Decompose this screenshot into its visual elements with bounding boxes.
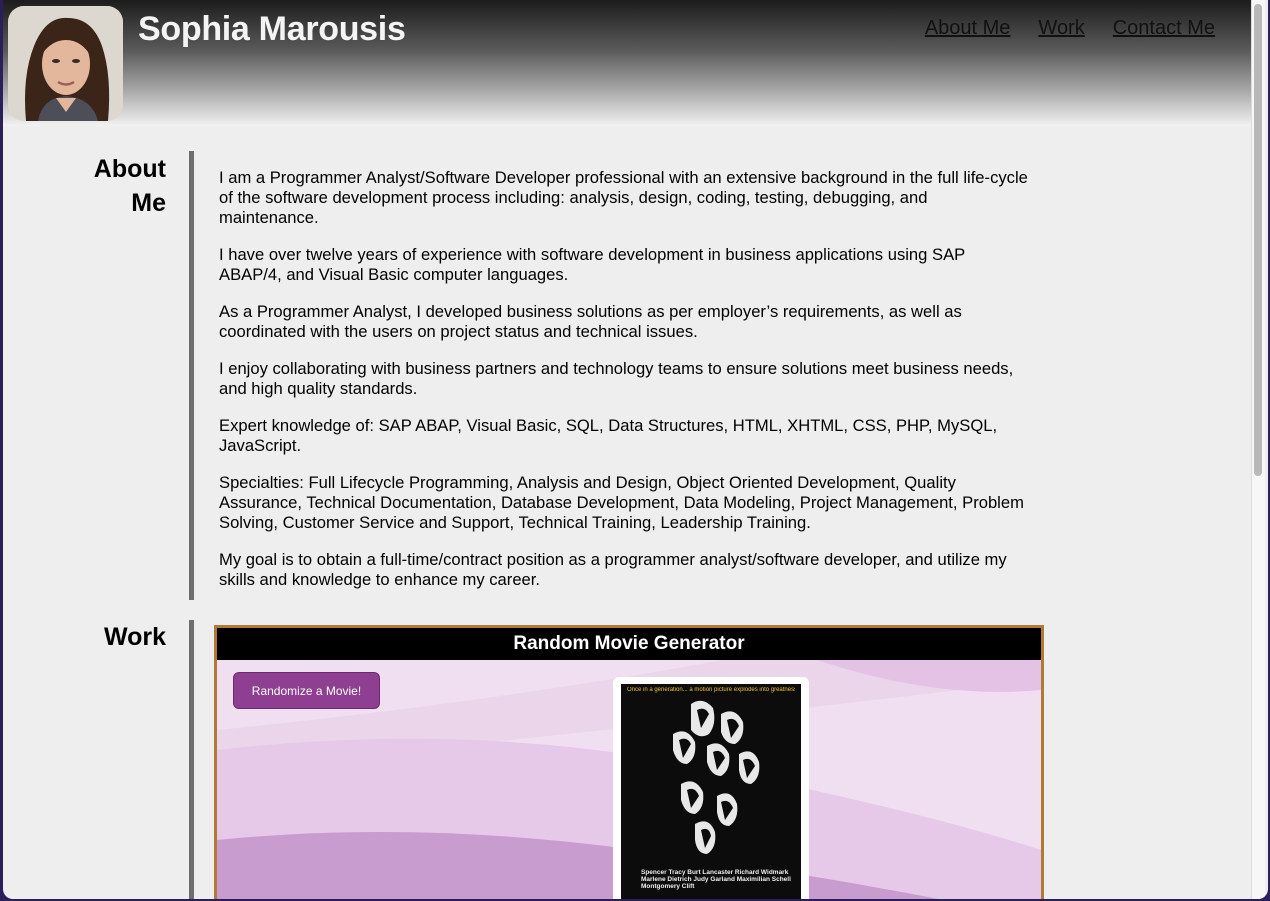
project-title: Random Movie Generator [217, 628, 1041, 660]
movie-poster: Once in a generation... a motion picture… [621, 684, 801, 899]
about-paragraph: My goal is to obtain a full-time/contrac… [219, 550, 1007, 589]
about-paragraph: Specialties: Full Lifecycle Programming,… [219, 473, 1024, 532]
work-heading: Work [103, 623, 166, 651]
work-divider [189, 620, 194, 899]
poster-faces-art [673, 700, 760, 854]
site-header: Sophia Marousis About Me Work Contact Me [3, 0, 1253, 126]
about-paragraph: As a Programmer Analyst, I developed bus… [219, 302, 962, 341]
nav-link-contact-me[interactable]: Contact Me [1113, 17, 1215, 40]
nav-link-about-me[interactable]: About Me [925, 17, 1011, 40]
randomize-movie-button[interactable]: Randomize a Movie! [233, 672, 380, 709]
about-content: I am a Programmer Analyst/Software Devel… [219, 168, 1029, 607]
movie-poster-frame: Once in a generation... a motion picture… [613, 677, 809, 899]
project-preview: Randomize a Movie! Once in a generation.… [217, 660, 1041, 899]
vertical-scrollbar[interactable] [1251, 0, 1265, 899]
profile-photo [8, 6, 123, 121]
about-heading-line2: Me [131, 189, 166, 217]
about-paragraph: I enjoy collaborating with business part… [219, 359, 1014, 398]
about-paragraph: Expert knowledge of: SAP ABAP, Visual Ba… [219, 416, 998, 455]
project-card-random-movie-generator[interactable]: Random Movie Generator Randomize a Movie… [214, 625, 1044, 899]
scrollbar-thumb[interactable] [1254, 4, 1262, 476]
about-divider [189, 151, 194, 600]
about-heading-line1: About [93, 155, 166, 183]
about-paragraph: I have over twelve years of experience w… [219, 245, 965, 284]
about-heading: About Me [46, 152, 166, 220]
poster-credits: Spencer Tracy Burt Lancaster Richard Wid… [641, 869, 791, 890]
about-paragraph: I am a Programmer Analyst/Software Devel… [219, 168, 1028, 227]
nav-link-work[interactable]: Work [1038, 17, 1084, 40]
main-nav: About Me Work Contact Me [925, 17, 1215, 40]
browser-window: Sophia Marousis About Me Work Contact Me… [3, 0, 1268, 899]
site-title: Sophia Marousis [138, 10, 406, 48]
